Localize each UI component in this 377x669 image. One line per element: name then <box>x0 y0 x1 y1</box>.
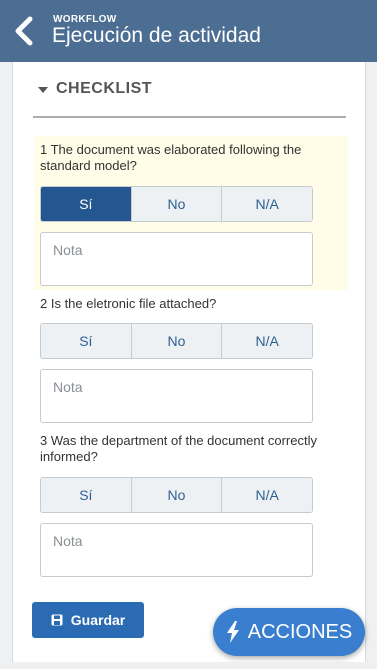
question-1: 1 The document was elaborated following … <box>34 136 348 290</box>
lightning-icon <box>226 621 239 643</box>
question-text: 2 Is the eletronic file attached? <box>40 296 217 311</box>
app-header: WORKFLOW Ejecución de actividad <box>0 0 377 62</box>
page-title: Ejecución de actividad <box>52 24 261 47</box>
note-field[interactable] <box>40 369 313 423</box>
answer-selector: Sí No N/A <box>40 186 313 222</box>
section-title: CHECKLIST <box>56 80 153 97</box>
option-si-button[interactable]: Sí <box>41 187 132 221</box>
back-button[interactable] <box>8 12 40 50</box>
option-na-button[interactable]: N/A <box>222 187 312 221</box>
option-no-button[interactable]: No <box>131 324 223 358</box>
note-field[interactable] <box>40 523 313 577</box>
answer-selector: Sí No N/A <box>40 323 313 359</box>
caret-down-icon <box>38 87 48 93</box>
note-field[interactable] <box>40 232 313 286</box>
chevron-left-icon <box>15 16 33 46</box>
save-button[interactable]: Guardar <box>32 602 144 638</box>
checklist-section-header[interactable]: CHECKLIST <box>33 80 346 118</box>
question-2: 2 Is the eletronic file attached? Sí No … <box>34 290 348 426</box>
option-si-button[interactable]: Sí <box>41 478 132 512</box>
option-si-button[interactable]: Sí <box>41 324 132 358</box>
option-no-button[interactable]: No <box>131 187 223 221</box>
save-label: Guardar <box>70 612 126 628</box>
acciones-label: ACCIONES <box>247 620 353 643</box>
question-text: 1 The document was elaborated following … <box>40 142 302 173</box>
acciones-button[interactable]: ACCIONES <box>213 608 365 656</box>
floppy-disk-icon <box>51 614 63 626</box>
question-text: 3 Was the department of the document cor… <box>40 433 317 464</box>
option-na-button[interactable]: N/A <box>222 324 312 358</box>
answer-selector: Sí No N/A <box>40 477 313 513</box>
option-na-button[interactable]: N/A <box>222 478 312 512</box>
option-no-button[interactable]: No <box>131 478 223 512</box>
question-3: 3 Was the department of the document cor… <box>34 427 348 579</box>
